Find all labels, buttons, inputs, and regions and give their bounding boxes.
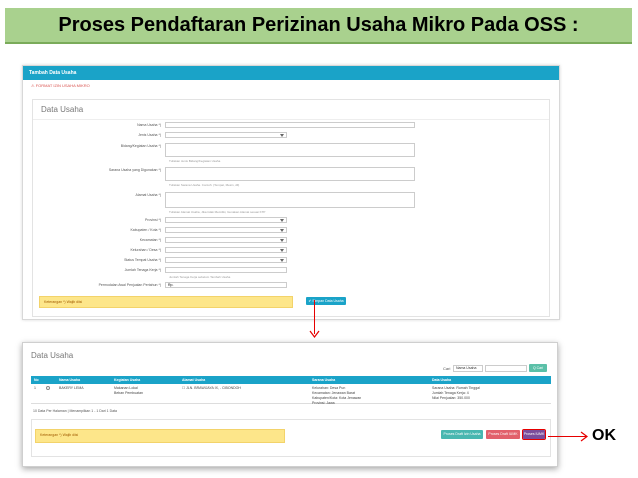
chevron-down-icon (280, 249, 284, 252)
chevron-down-icon (280, 134, 284, 137)
cell-alamat: ☐ JLN. BRAWIJAYA IX, - CIBONDOH (182, 386, 241, 390)
data-usaha-panel: Data Usaha Nama Usaha *) Jenis Usaha *) … (32, 99, 550, 317)
field-sarana-usaha: Sarana Usaha yang Digunakan *) (33, 167, 415, 181)
field-alamat-usaha: Alamat Usaha *) (33, 192, 415, 208)
proses-draft-izin-usaha-button[interactable]: Proses Draft Izin Usaha (441, 430, 483, 439)
search-label: Cari (443, 366, 451, 371)
format-warning: ⚠ FORMAT IZIN USAHA MIKRO (31, 83, 90, 88)
field-tenaga-kerja: Jumlah Tenaga Kerja *) (33, 267, 287, 273)
field-label: Kecamatan *) (139, 238, 161, 242)
table-row[interactable]: 1 BAKERY LEMA Makanan Lokal Beban Pembua… (31, 384, 551, 405)
currency-prefix: Rp. (168, 283, 174, 287)
field-hint: Tuliskan Jenis Bidang/Kegiatan Usaha (169, 159, 221, 163)
sarana-usaha-textarea[interactable] (165, 167, 415, 181)
list-screenshot: Data Usaha Cari Nama Usaha Q Cari No Nam… (22, 342, 558, 467)
field-label: Provinsi *) (145, 218, 161, 222)
col-no: No (34, 378, 39, 382)
arrow-right-icon (580, 431, 588, 442)
field-nama-usaha: Nama Usaha *) (33, 122, 415, 128)
cell-no: 1 (34, 386, 36, 390)
cell-data: Sarana Usaha: Rumah Tinggal Jumlah Tenag… (432, 386, 480, 400)
field-provinsi: Provinsi *) (33, 217, 287, 223)
field-hint: Tuliskan Alamat Usaha, Jika tidak Memili… (169, 210, 266, 214)
field-hint: Jumlah Tenaga Kerja sebelum Tambah Usaha (169, 275, 231, 279)
field-bidang-kegiatan: Bidang/Kegiatan Usaha *) (33, 143, 415, 157)
cell-sarana: Kelurahan: Desa Pun Kecamatan: Jenawan B… (312, 386, 362, 405)
status-tempat-select[interactable] (165, 257, 287, 263)
field-label: Nama Usaha *) (137, 123, 161, 127)
chevron-down-icon (280, 239, 284, 242)
kabupaten-select[interactable] (165, 227, 287, 233)
chevron-down-icon (280, 259, 284, 262)
col-data-usaha: Data Usaha (432, 378, 452, 382)
kecamatan-select[interactable] (165, 237, 287, 243)
col-nama-usaha: Nama Usaha (59, 378, 81, 382)
provinsi-select[interactable] (165, 217, 287, 223)
field-hint: Tuliskan Sarana Usaha. Contoh: (Tempat, … (169, 183, 240, 187)
cell-kegiatan: Makanan Lokal Beban Pembuatan (114, 386, 143, 395)
field-label: Sarana Usaha yang Digunakan *) (108, 168, 161, 172)
arrow-down-icon (309, 330, 320, 338)
chevron-down-icon (280, 229, 284, 232)
field-kelurahan: Kelurahan / Desa *) (33, 247, 287, 253)
nama-usaha-input[interactable] (165, 122, 415, 128)
bidang-kegiatan-textarea[interactable] (165, 143, 415, 157)
search-field-select[interactable]: Nama Usaha (453, 365, 483, 372)
search-button[interactable]: Q Cari (529, 364, 547, 372)
flow-arrow-down (314, 300, 315, 334)
col-action (43, 376, 56, 384)
field-label: Jumlah Tenaga Kerja *) (124, 268, 161, 272)
tenaga-kerja-input[interactable] (165, 267, 287, 273)
col-sarana-usaha: Sarana Usaha (312, 378, 336, 382)
required-note: Keterangan *) Wajib diisi (35, 429, 285, 443)
field-label: Kelurahan / Desa *) (130, 248, 161, 252)
field-label: Status Tempat Usaha *) (124, 258, 161, 262)
field-label: Permodalan Awal Penjualan Pertahun *) (98, 283, 161, 287)
col-alamat-usaha: Alamat Usaha (182, 378, 206, 382)
alamat-usaha-textarea[interactable] (165, 192, 415, 208)
slide-title: Proses Pendaftaran Perizinan Usaha Mikro… (58, 13, 579, 36)
form-header: Tambah Data Usaha (23, 66, 559, 80)
search-input[interactable] (485, 365, 527, 372)
field-permodalan: Permodalan Awal Penjualan Pertahun *) Rp… (33, 282, 287, 288)
field-label: Jenis Usaha *) (138, 133, 161, 137)
col-kegiatan-usaha: Kegiatan Usaha (114, 378, 141, 382)
pager-info: 10 Data Per Halaman | Menampilkan 1 - 1 … (33, 409, 117, 413)
field-status-tempat: Status Tempat Usaha *) (33, 257, 287, 263)
save-data-usaha-button[interactable]: ✔ Simpan Data Usaha (306, 297, 346, 305)
field-jenis-usaha: Jenis Usaha *) (33, 132, 287, 138)
required-note: Keterangan *) Wajib diisi (39, 296, 293, 308)
field-label: Alamat Usaha *) (135, 193, 161, 197)
kelurahan-select[interactable] (165, 247, 287, 253)
form-screenshot: Tambah Data Usaha ⚠ FORMAT IZIN USAHA MI… (22, 65, 560, 320)
panel-title: Data Usaha (33, 100, 549, 120)
row-radio[interactable] (43, 384, 56, 403)
field-label: Bidang/Kegiatan Usaha *) (120, 144, 161, 148)
permodalan-input[interactable]: Rp. (165, 282, 287, 288)
slide-title-bar: Proses Pendaftaran Perizinan Usaha Mikro… (5, 8, 632, 44)
field-kecamatan: Kecamatan *) (33, 237, 287, 243)
panel-title: Data Usaha (31, 351, 74, 360)
jenis-usaha-select[interactable] (165, 132, 287, 138)
cell-nama: BAKERY LEMA (59, 386, 84, 390)
field-label: Kabupaten / Kota *) (130, 228, 161, 232)
chevron-down-icon (280, 219, 284, 222)
field-kabupaten: Kabupaten / Kota *) (33, 227, 287, 233)
proses-iumk-button[interactable]: Proses IUMK (522, 429, 546, 440)
table-header: No Nama Usaha Kegiatan Usaha Alamat Usah… (31, 376, 551, 384)
ok-callout: OK (592, 427, 616, 444)
proses-draft-iumk-button[interactable]: Proses Draft IUMK (486, 430, 520, 439)
